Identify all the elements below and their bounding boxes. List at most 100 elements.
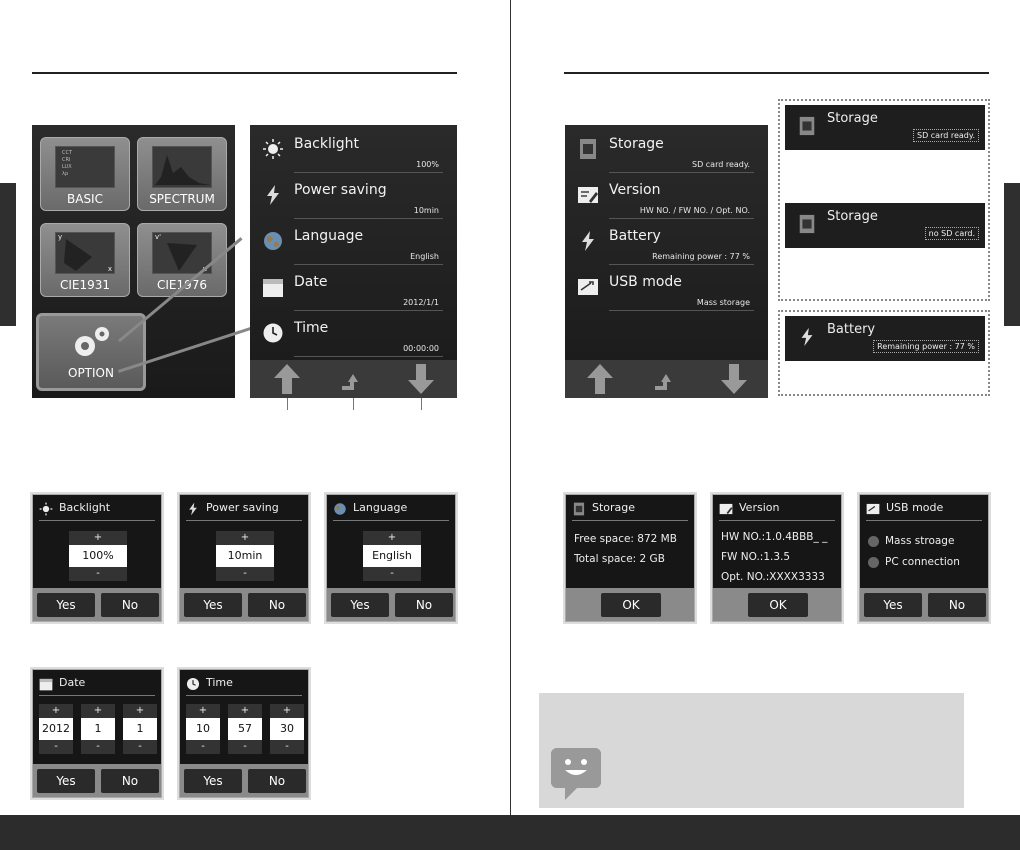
lightning-icon [801,327,813,347]
page-down-arrow-icon[interactable] [721,364,747,394]
version-dialog: Version HW NO.:1.0.4BBB_ _ FW NO.:1.3.5 … [712,494,842,622]
menu-item-storage[interactable]: Storage SD card ready. [565,130,768,176]
sun-icon [39,502,53,516]
manual-page: CCT CRI LUX λp BASIC SPECTRUM y x CIE193… [0,0,1020,850]
date-title: Date [294,274,328,290]
basic-label: BASIC [67,192,103,206]
decrement-button[interactable]: - [123,740,157,754]
decrement-button[interactable]: - [270,740,304,754]
radio-button[interactable] [868,556,879,568]
no-button[interactable]: No [248,769,306,793]
decrement-button[interactable]: - [69,567,127,581]
year-stepper[interactable]: + 2012 - [39,704,73,754]
page-down-arrow-icon[interactable] [408,364,434,394]
language-stepper[interactable]: + English - [363,531,421,581]
usb-mode-value: Mass storage [696,298,750,307]
page-up-arrow-icon[interactable] [587,364,613,394]
option-menu-screen: Backlight 100% Power saving 10min Langua… [250,125,457,398]
menu-item-time[interactable]: Time 00:00:00 [250,314,457,360]
yes-button[interactable]: Yes [184,593,242,617]
menu-item-date[interactable]: Date 2012/1/1 [250,268,457,314]
decrement-button[interactable]: - [81,740,115,754]
basic-chart-icon: CCT CRI LUX λp [55,146,115,188]
no-button[interactable]: No [395,593,453,617]
radio-button[interactable] [868,535,879,547]
clock-icon [263,323,283,343]
menu-item-language[interactable]: Language English [250,222,457,268]
mass-storage-option[interactable]: Mass stroage [868,535,954,547]
yes-button[interactable]: Yes [864,593,922,617]
increment-button[interactable]: + [363,531,421,545]
decrement-button[interactable]: - [216,567,274,581]
main-menu-screen: CCT CRI LUX λp BASIC SPECTRUM y x CIE193… [32,125,235,398]
page-footer [0,815,1020,850]
spectrum-button[interactable]: SPECTRUM [137,137,227,211]
basic-button[interactable]: CCT CRI LUX λp BASIC [40,137,130,211]
menu-item-backlight[interactable]: Backlight 100% [250,130,457,176]
backlight-stepper[interactable]: + 100% - [69,531,127,581]
backlight-dialog: Backlight + 100% - Yes No [32,494,162,622]
left-section-rule [32,72,457,74]
item-underline [294,264,443,265]
increment-button[interactable]: + [69,531,127,545]
increment-button[interactable]: + [39,704,73,718]
decrement-button[interactable]: - [39,740,73,754]
yes-button[interactable]: Yes [331,593,389,617]
option-nav-bar [250,360,457,398]
ok-button[interactable]: OK [748,593,808,617]
increment-button[interactable]: + [270,704,304,718]
battery-callout: Battery Remaining power : 77 % [785,316,985,361]
return-arrow-icon[interactable] [342,374,364,390]
no-button[interactable]: No [248,593,306,617]
decrement-button[interactable]: - [228,740,262,754]
yes-button[interactable]: Yes [37,593,95,617]
hour-value: 10 [186,718,220,740]
decrement-button[interactable]: - [363,567,421,581]
decrement-button[interactable]: - [186,740,220,754]
sun-icon [263,139,283,159]
dialog-header-line [333,520,449,521]
yes-button[interactable]: Yes [184,769,242,793]
lightning-icon [582,231,594,251]
cie1931-button[interactable]: y x CIE1931 [40,223,130,297]
dialog-header-line [186,695,302,696]
clock-icon [186,677,200,691]
backlight-title: Backlight [294,136,360,152]
page-up-arrow-icon[interactable] [274,364,300,394]
free-space-text: Free space: 872 MB [574,533,677,545]
callout-storage-value: SD card ready. [912,129,979,142]
increment-button[interactable]: + [216,531,274,545]
increment-button[interactable]: + [123,704,157,718]
increment-button[interactable]: + [186,704,220,718]
power-saving-dialog-title: Power saving [206,501,279,514]
day-stepper[interactable]: + 1 - [123,704,157,754]
minute-stepper[interactable]: + 57 - [228,704,262,754]
dialog-button-bar: Yes No [33,588,161,621]
menu-item-power-saving[interactable]: Power saving 10min [250,176,457,222]
power-saving-stepper[interactable]: + 10min - [216,531,274,581]
sd-card-icon [573,502,585,516]
option-button[interactable]: OPTION [36,313,146,391]
menu-item-battery[interactable]: Battery Remaining power : 77 % [565,222,768,268]
menu-item-usb-mode[interactable]: USB mode Mass storage [565,268,768,314]
pc-connection-option[interactable]: PC connection [868,556,960,568]
ok-button[interactable]: OK [601,593,661,617]
increment-button[interactable]: + [228,704,262,718]
dialog-button-bar: Yes No [860,588,988,621]
increment-button[interactable]: + [81,704,115,718]
yes-button[interactable]: Yes [37,769,95,793]
version-value: HW NO. / FW NO. / Opt. NO. [639,206,750,215]
return-arrow-icon[interactable] [655,374,677,390]
second-stepper[interactable]: + 30 - [270,704,304,754]
no-button[interactable]: No [101,769,159,793]
month-stepper[interactable]: + 1 - [81,704,115,754]
no-button[interactable]: No [101,593,159,617]
language-value: English [410,252,439,261]
dialog-header-line [866,520,982,521]
calendar-icon [263,279,283,297]
cie1931-label: CIE1931 [59,278,111,292]
no-button[interactable]: No [928,593,986,617]
mass-storage-label: Mass stroage [885,535,955,547]
menu-item-version[interactable]: Version HW NO. / FW NO. / Opt. NO. [565,176,768,222]
hour-stepper[interactable]: + 10 - [186,704,220,754]
